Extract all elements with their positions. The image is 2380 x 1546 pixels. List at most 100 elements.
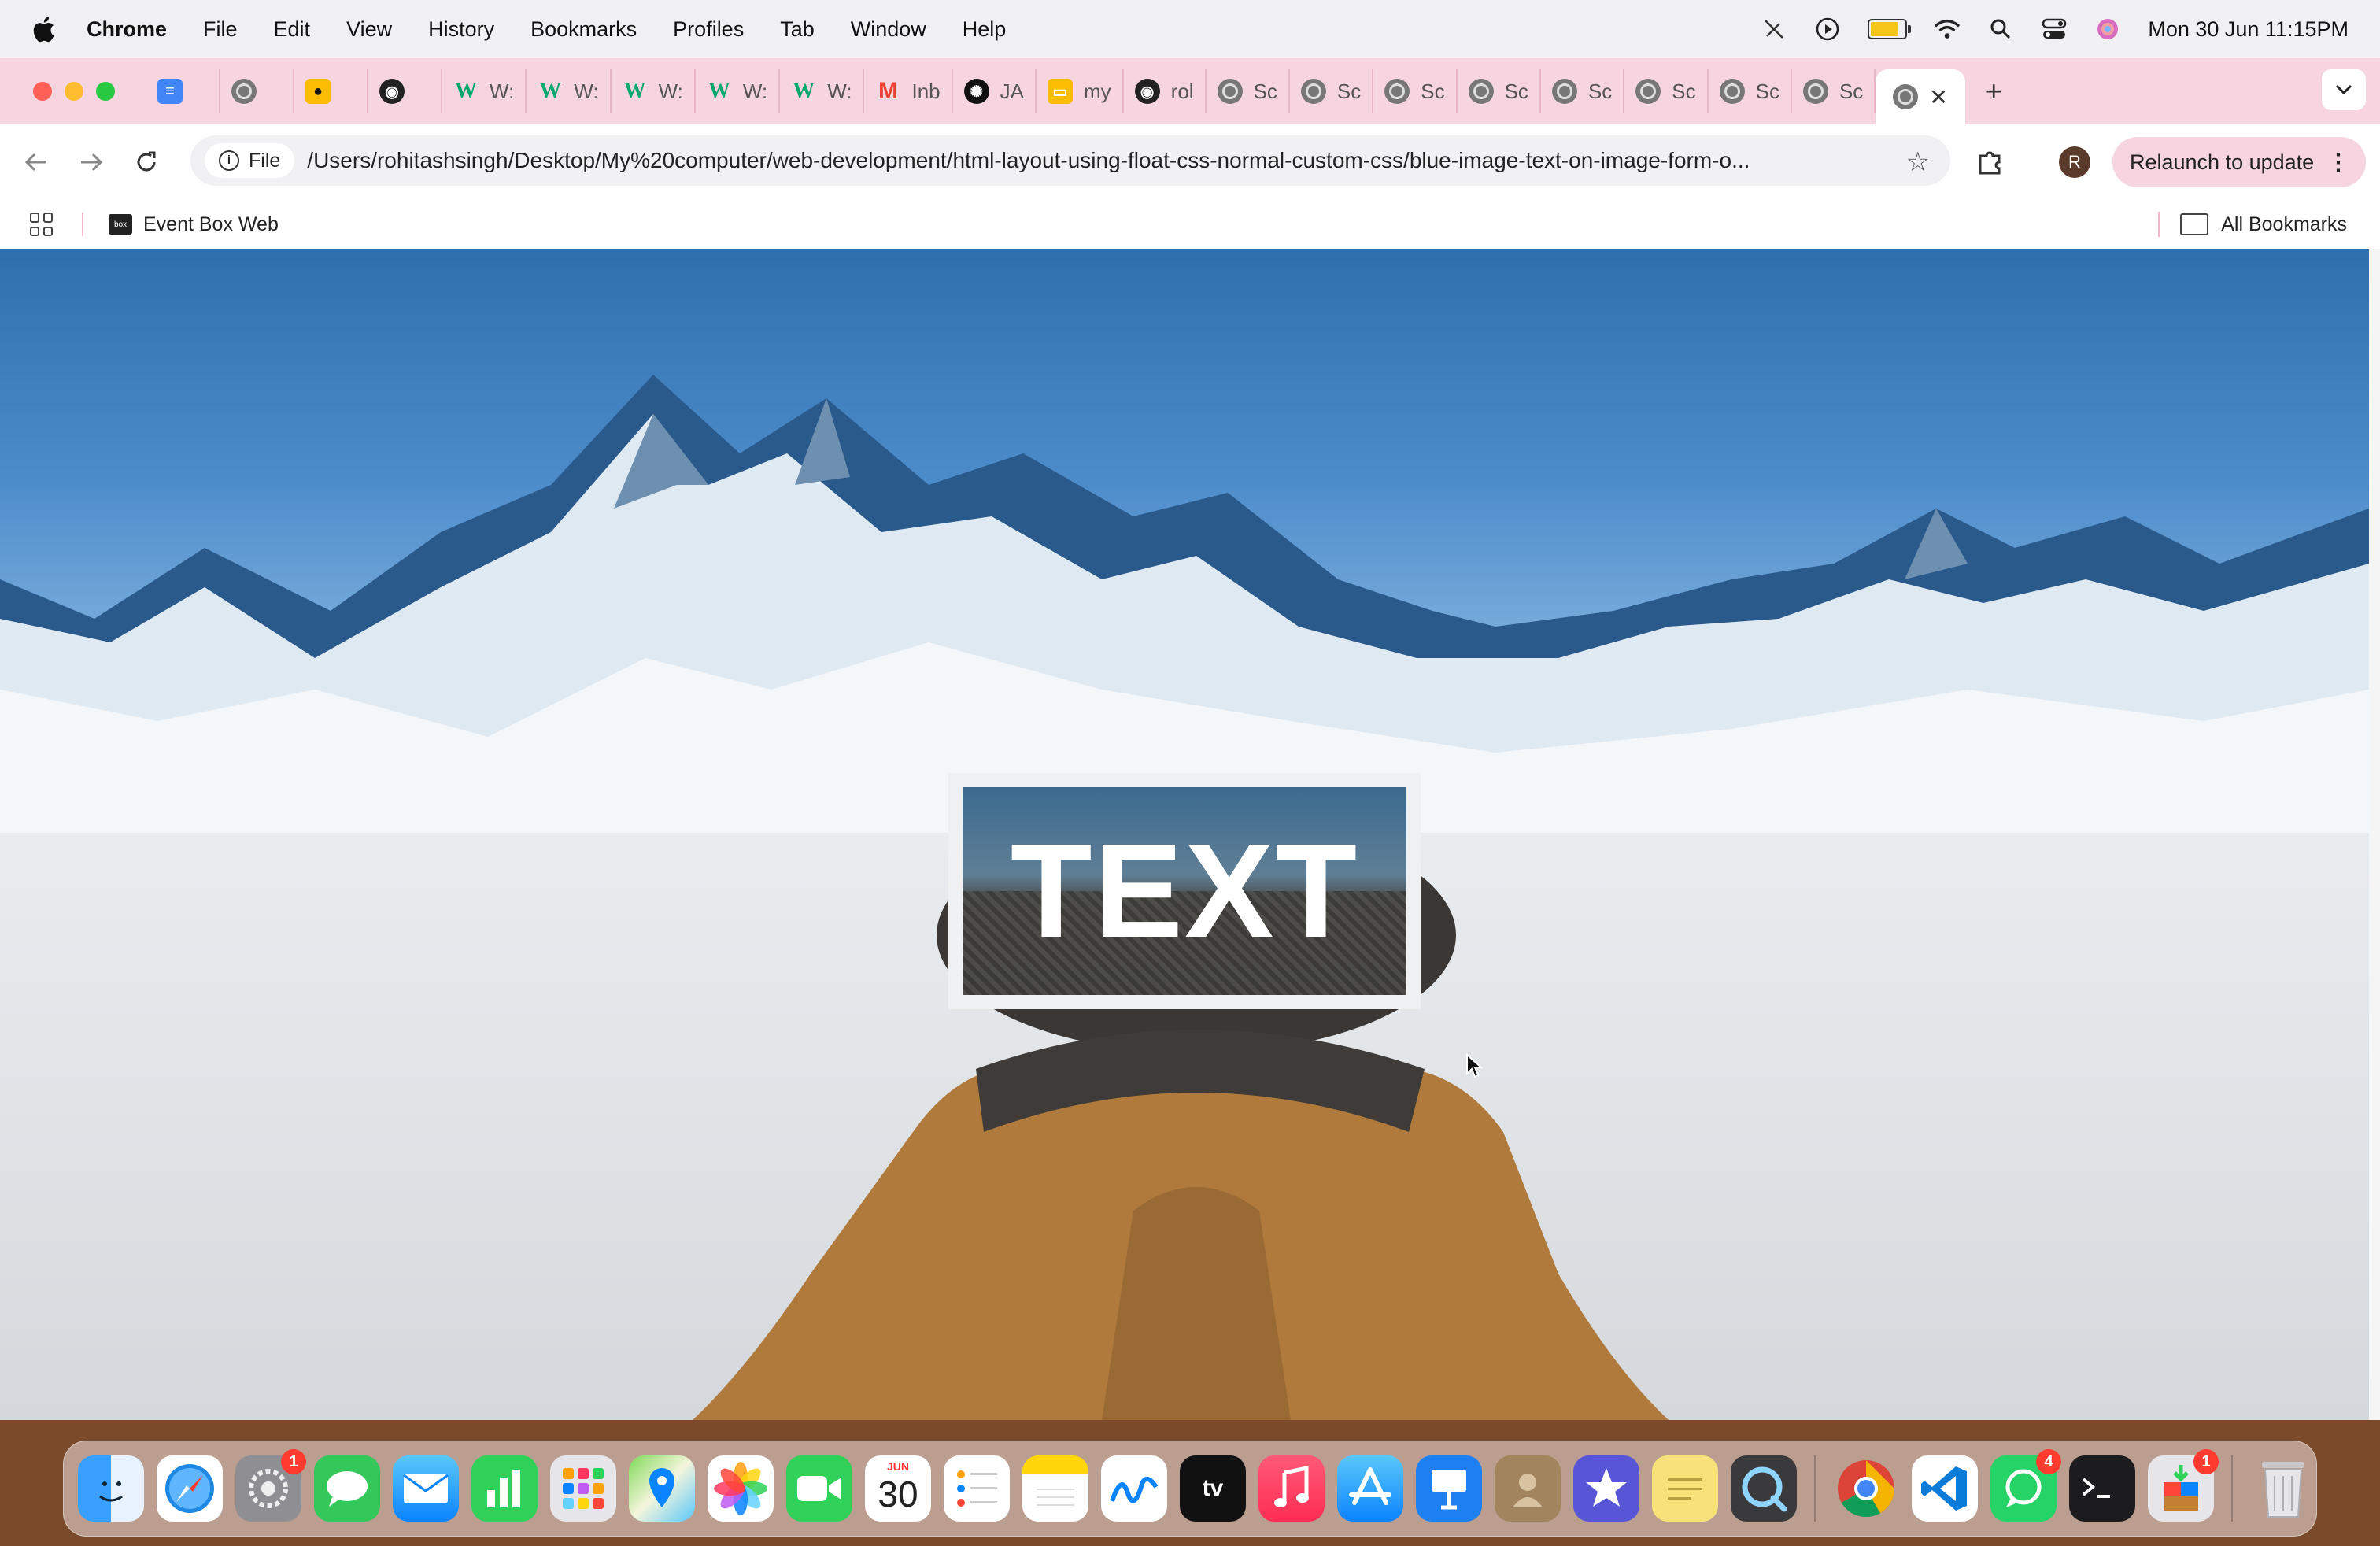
tab[interactable]: Sc	[1458, 69, 1541, 113]
terminal-icon[interactable]	[2069, 1455, 2135, 1522]
menu-edit[interactable]: Edit	[274, 17, 311, 42]
app-store-icon[interactable]	[1337, 1455, 1403, 1522]
battery-icon[interactable]	[1868, 19, 1912, 39]
tab[interactable]: Sc	[1624, 69, 1709, 113]
apple-menu-icon[interactable]	[31, 15, 55, 43]
close-tab-icon[interactable]: ✕	[1929, 84, 1947, 110]
tab[interactable]: ◉ rol	[1124, 69, 1207, 113]
tab[interactable]: ●	[294, 69, 368, 113]
installer-icon[interactable]: 1	[2148, 1449, 2219, 1522]
bookmark-star-icon[interactable]: ☆	[1906, 146, 1930, 178]
tab[interactable]: W W:	[527, 69, 612, 113]
spotlight-search-icon[interactable]	[1987, 16, 2014, 43]
back-arrow-icon[interactable]	[19, 145, 54, 179]
tab[interactable]: Sc	[1709, 69, 1792, 113]
all-bookmarks-label: All Bookmarks	[2221, 213, 2347, 235]
all-bookmarks-button[interactable]: All Bookmarks	[2180, 213, 2347, 236]
apps-grid-icon[interactable]	[30, 213, 54, 236]
tab[interactable]: W W:	[696, 69, 781, 113]
close-window-button[interactable]	[33, 82, 52, 101]
vscode-icon[interactable]	[1912, 1455, 1978, 1522]
w3schools-icon: W	[455, 79, 477, 103]
tab[interactable]: Sc	[1290, 69, 1374, 113]
globe-icon	[1217, 79, 1243, 104]
system-settings-icon[interactable]: 1	[235, 1449, 306, 1522]
notification-badge: 1	[2193, 1449, 2219, 1474]
wifi-icon[interactable]	[1934, 16, 1961, 43]
calendar-icon[interactable]: JUN 30	[865, 1455, 931, 1522]
address-bar[interactable]: i File /Users/rohitashsingh/Desktop/My%2…	[190, 135, 1950, 186]
tab[interactable]: Sc	[1541, 69, 1625, 113]
extensions-puzzle-icon[interactable]	[1975, 148, 2004, 176]
tab[interactable]: W W:	[612, 69, 696, 113]
site-info-chip[interactable]: i File	[205, 143, 295, 178]
music-icon[interactable]	[1258, 1455, 1325, 1522]
photos-icon[interactable]	[708, 1455, 774, 1522]
quicktime-icon[interactable]	[1731, 1455, 1797, 1522]
more-menu-icon[interactable]: ⋮	[2326, 149, 2350, 176]
tab[interactable]: ≡	[146, 69, 220, 113]
minimize-window-button[interactable]	[65, 82, 83, 101]
globe-icon	[1300, 79, 1326, 104]
zoom-window-button[interactable]	[96, 82, 115, 101]
tab-search-chevron-icon[interactable]	[2322, 69, 2366, 110]
profile-avatar[interactable]: R	[2059, 146, 2090, 178]
stickies-icon[interactable]	[1652, 1455, 1718, 1522]
control-center-icon[interactable]	[2041, 16, 2068, 43]
reload-icon[interactable]	[129, 145, 164, 179]
apple-tv-icon[interactable]: tv	[1180, 1455, 1246, 1522]
siri-icon[interactable]	[2094, 16, 2121, 43]
new-tab-button[interactable]: +	[1986, 75, 2002, 108]
no-pen-icon[interactable]	[1761, 16, 1787, 43]
facetime-icon[interactable]	[786, 1455, 852, 1522]
menu-window[interactable]: Window	[851, 17, 926, 42]
page-scrollbar[interactable]	[2369, 249, 2380, 1420]
bookmark-event-box-web[interactable]: box Event Box Web	[109, 213, 279, 236]
messages-icon[interactable]	[314, 1455, 380, 1522]
maps-icon[interactable]	[629, 1455, 695, 1522]
relaunch-to-update-button[interactable]: Relaunch to update ⋮	[2112, 137, 2366, 187]
chrome-icon[interactable]	[1833, 1455, 1899, 1522]
active-tab[interactable]: ✕	[1876, 69, 1965, 124]
safari-icon[interactable]	[157, 1455, 223, 1522]
menu-view[interactable]: View	[346, 17, 392, 42]
globe-icon	[231, 79, 257, 104]
tab[interactable]: ◉	[368, 69, 442, 113]
notes-icon[interactable]	[1022, 1455, 1088, 1522]
tab[interactable]: Sc	[1792, 69, 1876, 113]
contacts-icon[interactable]	[1495, 1455, 1561, 1522]
menu-help[interactable]: Help	[963, 17, 1007, 42]
menu-file[interactable]: File	[203, 17, 238, 42]
tab[interactable]: Sc	[1373, 69, 1458, 113]
whatsapp-icon[interactable]: 4	[1990, 1449, 2061, 1522]
clock[interactable]: Mon 30 Jun 11:15PM	[2148, 17, 2349, 42]
menu-bookmarks[interactable]: Bookmarks	[530, 17, 637, 42]
keynote-icon[interactable]	[1416, 1455, 1482, 1522]
tab[interactable]: W W:	[780, 69, 865, 113]
folder-icon	[2180, 213, 2209, 235]
freeform-icon[interactable]	[1101, 1455, 1167, 1522]
bookmarks-divider	[82, 213, 83, 236]
tab[interactable]: Sc	[1207, 69, 1290, 113]
menu-history[interactable]: History	[428, 17, 494, 42]
finder-icon[interactable]	[78, 1455, 144, 1522]
trash-icon[interactable]	[2250, 1455, 2316, 1522]
tab[interactable]: W W:	[442, 69, 527, 113]
forward-arrow-icon[interactable]	[74, 145, 109, 179]
reminders-icon[interactable]	[944, 1455, 1010, 1522]
mountain-background-image	[0, 249, 2369, 833]
play-circle-icon[interactable]	[1814, 16, 1841, 43]
menu-profiles[interactable]: Profiles	[673, 17, 744, 42]
tab[interactable]: M Inb	[864, 69, 953, 113]
numbers-icon[interactable]	[471, 1455, 538, 1522]
tab[interactable]: ▭ my	[1037, 69, 1124, 113]
globe-icon	[1384, 79, 1410, 104]
imovie-icon[interactable]	[1573, 1455, 1639, 1522]
tab[interactable]	[220, 69, 294, 113]
launchpad-icon[interactable]	[550, 1455, 616, 1522]
menu-tab[interactable]: Tab	[780, 17, 815, 42]
url-text[interactable]: /Users/rohitashsingh/Desktop/My%20comput…	[307, 148, 1865, 173]
mail-icon[interactable]	[393, 1455, 459, 1522]
menu-app-name[interactable]: Chrome	[87, 17, 167, 42]
tab[interactable]: ✺ JA	[953, 69, 1037, 113]
